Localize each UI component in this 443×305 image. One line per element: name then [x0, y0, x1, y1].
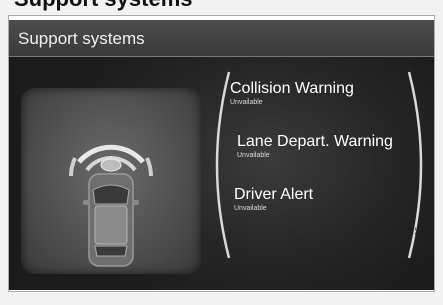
page-heading: Support systems — [14, 0, 193, 12]
image-code: G045296 — [414, 227, 423, 260]
menu-item-collision-warning[interactable]: Collision Warning Unvailable — [230, 80, 354, 106]
driver-alert-label: Driver Alert — [234, 186, 314, 203]
lane-departure-warning-status: Unvailable — [237, 152, 270, 159]
screen-header: Support systems — [9, 20, 434, 57]
lane-departure-warning-label: Lane Depart. Warning — [237, 133, 393, 150]
driver-alert-status: Unvailable — [234, 205, 267, 212]
menu-item-driver-alert[interactable]: Driver Alert Unvailable — [234, 186, 313, 212]
car-graphic-panel — [21, 88, 201, 274]
menu-item-lane-departure-warning[interactable]: Lane Depart. Warning Unvailable — [237, 133, 393, 159]
collision-warning-label: Collision Warning — [230, 80, 354, 97]
display-screen: Support systems Collision Warning Unvail… — [9, 20, 434, 290]
screen-title: Support systems — [18, 29, 145, 48]
car-top-view-icon — [69, 144, 153, 267]
collision-warning-status: Unvailable — [230, 99, 263, 106]
